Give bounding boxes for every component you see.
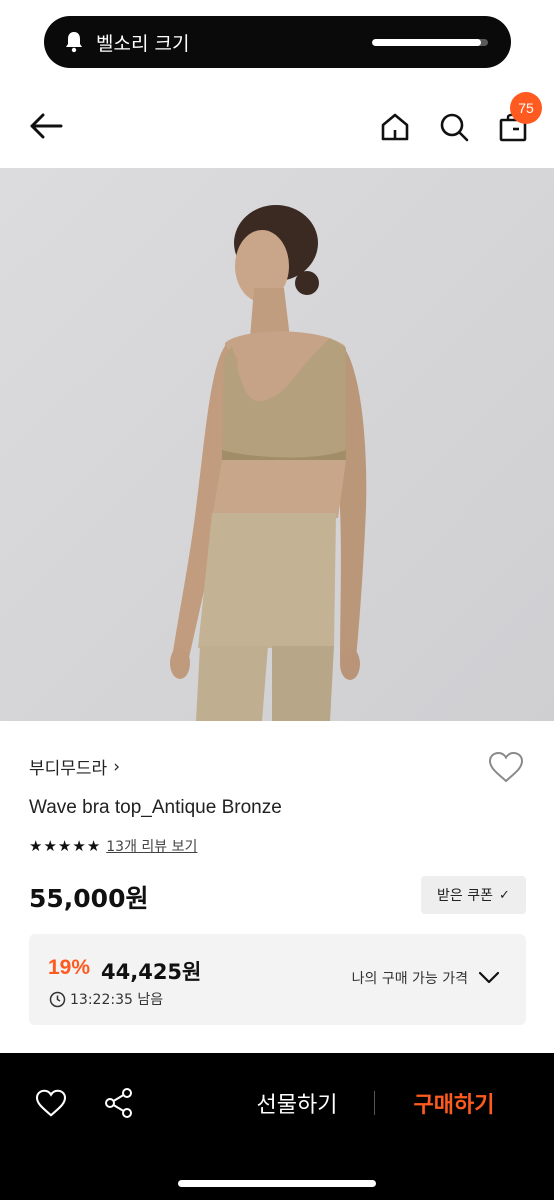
star-icon: ★ xyxy=(57,837,72,855)
product-price: 55,000원 xyxy=(29,884,149,913)
wishlist-button[interactable] xyxy=(486,748,526,786)
brand-link[interactable]: 부디무드라 › xyxy=(29,754,121,780)
star-icon: ★ xyxy=(86,837,101,855)
divider xyxy=(374,1091,375,1115)
bottom-wishlist-button[interactable] xyxy=(33,1086,69,1120)
discount-timer: 13:22:35 남음 xyxy=(49,989,163,1009)
my-price-label: 나의 구매 가능 가격 xyxy=(351,971,468,987)
bottom-action-bar: 선물하기 구매하기 xyxy=(0,1053,554,1200)
volume-slider[interactable] xyxy=(372,39,488,46)
coupon-label: 받은 쿠폰 xyxy=(437,888,494,904)
star-icon: ★ xyxy=(29,837,43,855)
buy-button[interactable]: 구매하기 xyxy=(390,1085,518,1121)
chevron-down-icon xyxy=(478,971,500,984)
volume-label: 벨소리 크기 xyxy=(96,32,190,55)
arrow-left-icon xyxy=(30,113,63,139)
timer-text: 13:22:35 남음 xyxy=(70,992,164,1008)
heart-outline-icon xyxy=(488,751,524,783)
brand-name: 부디무드라 xyxy=(29,759,108,779)
rating-row: ★ ★ ★ ★ ★ 13개 리뷰 보기 xyxy=(29,836,197,856)
back-button[interactable] xyxy=(24,106,68,146)
product-image[interactable] xyxy=(0,168,554,721)
gift-button[interactable]: 선물하기 xyxy=(230,1085,364,1121)
coupon-button[interactable]: 받은 쿠폰 ✓ xyxy=(421,876,526,914)
star-icon: ★ xyxy=(72,837,86,855)
bell-icon xyxy=(62,30,86,54)
cart-count-badge: 75 xyxy=(510,92,542,124)
product-title: Wave bra top_Antique Bronze xyxy=(29,797,282,818)
search-icon xyxy=(440,113,469,142)
chevron-right-icon: › xyxy=(113,756,121,777)
share-button[interactable] xyxy=(101,1085,137,1121)
review-link[interactable]: 13개 리뷰 보기 xyxy=(106,836,197,856)
discount-price: 44,425원 xyxy=(101,960,202,984)
heart-outline-icon xyxy=(35,1089,67,1117)
star-rating: ★ ★ ★ ★ ★ xyxy=(29,839,100,854)
discount-rate: 19% xyxy=(48,956,91,979)
home-icon xyxy=(381,113,409,141)
my-price-toggle[interactable]: 나의 구매 가능 가격 xyxy=(352,968,500,988)
discount-panel[interactable]: 19% 44,425원 13:22:35 남음 나의 구매 가능 가격 xyxy=(29,934,526,1025)
volume-level xyxy=(372,39,482,46)
clock-icon xyxy=(49,991,66,1007)
top-nav xyxy=(0,88,554,166)
share-icon xyxy=(105,1088,132,1118)
check-icon: ✓ xyxy=(499,887,510,903)
search-button[interactable] xyxy=(433,106,475,148)
model-photo xyxy=(0,168,554,721)
star-icon: ★ xyxy=(43,837,57,855)
home-button[interactable] xyxy=(374,106,416,148)
home-indicator[interactable] xyxy=(178,1180,376,1187)
volume-hud: 벨소리 크기 xyxy=(44,16,511,68)
